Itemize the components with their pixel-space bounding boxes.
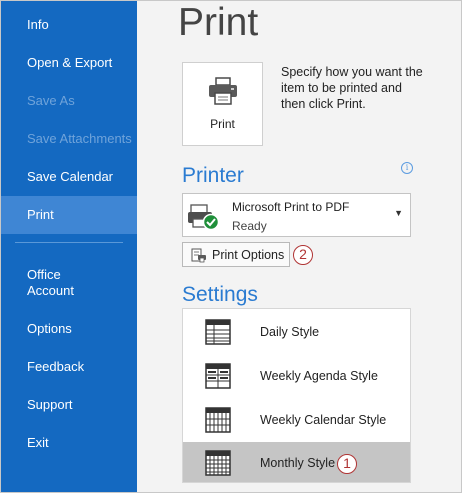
sidebar-item-save-calendar[interactable]: Save Calendar bbox=[1, 158, 137, 196]
print-button-label: Print bbox=[210, 117, 235, 131]
printer-icon bbox=[208, 77, 238, 110]
backstage-view: Info Open & Export Save As Save Attachme… bbox=[0, 0, 462, 493]
sidebar-item-open-export[interactable]: Open & Export bbox=[1, 44, 137, 82]
print-description: Specify how you want the item to be prin… bbox=[281, 65, 423, 111]
sidebar-item-label: Save Attachments bbox=[27, 131, 132, 146]
weekly-calendar-icon bbox=[205, 407, 231, 438]
monthly-style-icon bbox=[205, 450, 231, 481]
printer-dropdown[interactable]: Microsoft Print to PDF Ready ▼ bbox=[182, 193, 411, 237]
style-item-weekly-calendar[interactable]: Weekly Calendar Style bbox=[183, 399, 410, 442]
sidebar-item-label: Office Account bbox=[27, 267, 74, 298]
sidebar-item-label: Exit bbox=[27, 435, 49, 450]
sidebar-item-label: Open & Export bbox=[27, 55, 113, 70]
sidebar-item-print[interactable]: Print bbox=[1, 196, 137, 234]
style-item-label: Daily Style bbox=[260, 325, 320, 339]
sidebar-item-label: Print bbox=[27, 207, 54, 222]
sidebar-item-support[interactable]: Support bbox=[1, 386, 137, 424]
sidebar-item-options[interactable]: Options bbox=[1, 310, 137, 348]
callout-badge-1: 1 bbox=[337, 454, 357, 474]
printer-name: Microsoft Print to PDF bbox=[232, 200, 350, 214]
page-title: Print bbox=[178, 1, 259, 44]
backstage-sidebar: Info Open & Export Save As Save Attachme… bbox=[1, 1, 137, 492]
style-item-label: Weekly Calendar Style bbox=[260, 413, 387, 427]
sidebar-item-label: Feedback bbox=[27, 359, 85, 374]
sidebar-item-office-account[interactable]: Office Account bbox=[1, 263, 137, 303]
print-options-icon bbox=[191, 248, 207, 268]
style-item-label: Monthly Style bbox=[260, 456, 336, 470]
sidebar-item-label: Info bbox=[27, 17, 49, 32]
style-item-daily[interactable]: Daily Style bbox=[183, 311, 410, 354]
sidebar-item-exit[interactable]: Exit bbox=[1, 424, 137, 462]
printer-heading: Printer bbox=[182, 164, 244, 187]
sidebar-item-save-attachments: Save Attachments bbox=[1, 120, 137, 158]
daily-style-icon bbox=[205, 319, 231, 350]
print-options-label: Print Options bbox=[212, 248, 285, 262]
info-icon[interactable]: i bbox=[401, 162, 413, 174]
sidebar-item-label: Support bbox=[27, 397, 73, 412]
style-item-monthly[interactable]: Monthly Style bbox=[183, 442, 410, 482]
sidebar-item-save-as: Save As bbox=[1, 82, 137, 120]
callout-badge-2: 2 bbox=[293, 245, 313, 265]
sidebar-item-label: Options bbox=[27, 321, 72, 336]
print-options-button[interactable]: Print Options bbox=[182, 242, 290, 267]
sidebar-divider bbox=[15, 242, 123, 243]
style-item-label: Weekly Agenda Style bbox=[260, 369, 378, 383]
printer-status: Ready bbox=[232, 219, 267, 233]
chevron-down-icon: ▼ bbox=[394, 208, 403, 218]
sidebar-item-info[interactable]: Info bbox=[1, 6, 137, 44]
sidebar-item-label: Save Calendar bbox=[27, 169, 113, 184]
pdf-printer-icon bbox=[187, 203, 221, 236]
style-item-weekly-agenda[interactable]: Weekly Agenda Style bbox=[183, 355, 410, 398]
settings-heading: Settings bbox=[182, 283, 258, 306]
weekly-agenda-icon bbox=[205, 363, 231, 394]
print-style-list: Daily Style Weekly Agenda Style Weekly C… bbox=[182, 308, 411, 483]
print-button[interactable]: Print bbox=[182, 62, 263, 146]
sidebar-item-label: Save As bbox=[27, 93, 75, 108]
sidebar-item-feedback[interactable]: Feedback bbox=[1, 348, 137, 386]
